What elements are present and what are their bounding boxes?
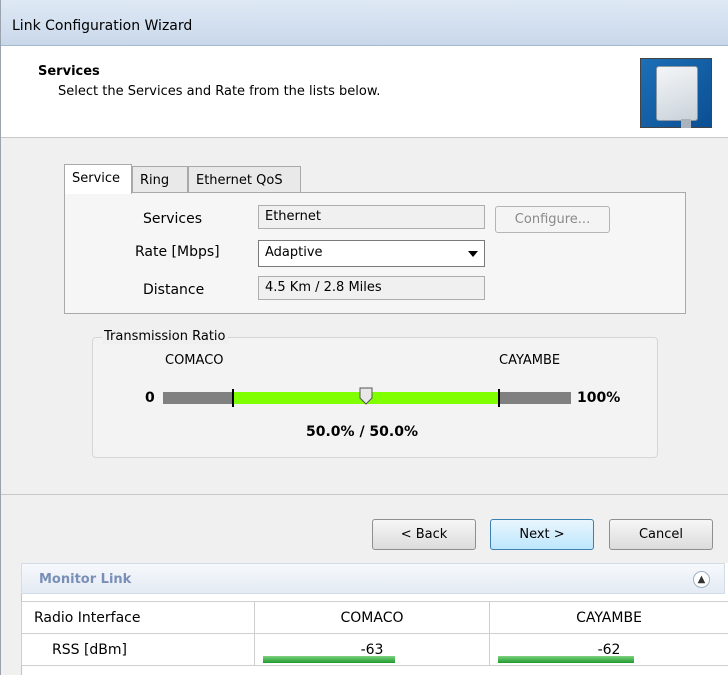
rss-comaco-cell: -63	[254, 633, 490, 666]
wizard-window: Link Configuration Wizard Services Selec…	[0, 0, 728, 675]
tab-ethernet-qos-label: Ethernet QoS	[196, 173, 283, 188]
monitor-link-title: Monitor Link	[39, 572, 132, 587]
cancel-button[interactable]: Cancel	[609, 519, 713, 550]
tab-service[interactable]: Service	[64, 164, 132, 194]
tab-service-label: Service	[72, 171, 121, 186]
title-bar: Link Configuration Wizard	[1, 0, 728, 46]
table-row: RSS [dBm] -63 -62	[21, 633, 728, 666]
page-title: Services	[38, 64, 100, 79]
column-header-radio-interface: Radio Interface	[21, 601, 255, 634]
window-title: Link Configuration Wizard	[12, 18, 193, 34]
rss-cayambe-bar	[498, 656, 634, 663]
column-header-cayambe: CAYAMBE	[489, 601, 728, 634]
rss-cayambe-cell: -62	[489, 633, 728, 666]
rate-label: Rate [Mbps]	[135, 244, 220, 260]
distance-value: 4.5 Km / 2.8 Miles	[265, 280, 382, 295]
antenna-mast-shape	[681, 119, 691, 128]
tab-ring-label: Ring	[140, 173, 170, 188]
ratio-bar-left-gray	[163, 392, 233, 404]
next-button-label: Next >	[519, 527, 565, 542]
monitor-link-table: Radio Interface COMACO CAYAMBE RSS [dBm]…	[21, 601, 728, 666]
configure-button[interactable]: Configure...	[495, 206, 610, 233]
collapse-chevron-icon[interactable]: ▲	[693, 571, 710, 588]
ratio-min-label: 0	[145, 390, 155, 406]
ratio-tick-right	[498, 389, 500, 407]
table-header-row: Radio Interface COMACO CAYAMBE	[21, 601, 728, 634]
services-field: Ethernet	[258, 205, 485, 229]
wizard-header: Services Select the Services and Rate fr…	[1, 46, 728, 138]
rate-dropdown[interactable]: Adaptive	[258, 240, 485, 267]
ratio-bar-right-gray	[500, 392, 571, 404]
back-button[interactable]: < Back	[372, 519, 476, 550]
left-site-label: COMACO	[165, 353, 224, 368]
cancel-button-label: Cancel	[638, 527, 684, 542]
distance-field: 4.5 Km / 2.8 Miles	[258, 276, 485, 300]
distance-label: Distance	[143, 282, 205, 298]
tab-ring[interactable]: Ring	[132, 166, 188, 192]
next-button[interactable]: Next >	[490, 519, 594, 550]
radio-panel-icon	[640, 58, 712, 128]
tab-ethernet-qos[interactable]: Ethernet QoS	[188, 166, 301, 192]
monitor-link-header[interactable]: Monitor Link ▲	[21, 563, 725, 594]
antenna-panel-shape	[656, 66, 698, 121]
row-label-rss: RSS [dBm]	[21, 633, 255, 666]
ratio-max-label: 100%	[577, 390, 621, 406]
rss-comaco-bar	[263, 656, 395, 663]
transmission-ratio-title: Transmission Ratio	[102, 329, 228, 344]
footer-divider	[1, 494, 728, 495]
back-button-label: < Back	[400, 527, 448, 542]
services-label: Services	[143, 211, 203, 227]
ratio-value-text: 50.0% / 50.0%	[306, 424, 418, 440]
column-header-comaco: COMACO	[254, 601, 490, 634]
rate-selected-value: Adaptive	[265, 245, 323, 260]
page-subtitle: Select the Services and Rate from the li…	[58, 84, 381, 99]
chevron-down-icon	[468, 251, 478, 257]
services-value: Ethernet	[265, 209, 321, 224]
ratio-tick-left	[232, 389, 234, 407]
ratio-slider-thumb[interactable]	[359, 387, 373, 405]
right-site-label: CAYAMBE	[499, 353, 561, 368]
configure-button-label: Configure...	[514, 212, 591, 227]
